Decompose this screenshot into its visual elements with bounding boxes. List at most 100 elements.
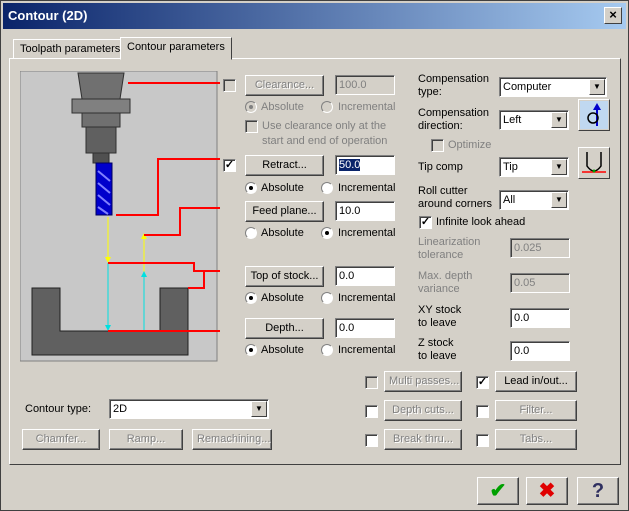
cutter-graphic <box>95 162 113 216</box>
break-thru-label: Break thru... <box>393 433 453 445</box>
comp-type-value: Computer <box>503 81 552 93</box>
feed-plane-value: 10.0 <box>339 205 361 217</box>
lin-tol-input[interactable]: 0.025 <box>510 238 570 258</box>
xy-stock-input[interactable]: 0.0 <box>510 308 570 328</box>
top-of-stock-input[interactable]: 0.0 <box>335 266 395 286</box>
clearance-incremental-label: Incremental <box>338 101 396 113</box>
use-clearance-label-line1: Use clearance only at the <box>262 120 387 132</box>
retract-incremental-radio[interactable] <box>321 182 333 194</box>
chevron-down-icon[interactable]: ▼ <box>551 159 567 175</box>
top-of-stock-value: 0.0 <box>339 270 355 282</box>
chevron-down-icon[interactable]: ▼ <box>589 79 605 95</box>
filter-button[interactable]: Filter... <box>495 400 577 421</box>
break-thru-checkbox[interactable] <box>365 434 378 447</box>
filter-checkbox[interactable] <box>476 405 489 418</box>
chevron-down-icon[interactable]: ▼ <box>551 192 567 208</box>
top-of-stock-absolute-label: Absolute <box>261 292 304 304</box>
help-icon: ? <box>591 480 605 502</box>
optimize-checkbox[interactable] <box>431 139 444 152</box>
clearance-button-label: Clearance... <box>254 79 315 91</box>
xy-stock-label-line2: to leave <box>418 317 457 329</box>
tip-comp-icon <box>582 152 606 173</box>
top-of-stock-button[interactable]: Top of stock... <box>245 266 324 287</box>
roll-cutter-label-line1: Roll cutter <box>418 185 468 197</box>
feed-plane-absolute-label: Absolute <box>261 227 304 239</box>
infinite-look-ahead-label: Infinite look ahead <box>436 216 526 228</box>
top-of-stock-absolute-radio[interactable] <box>245 292 257 304</box>
top-of-stock-incremental-radio[interactable] <box>321 292 333 304</box>
close-button[interactable]: × <box>604 7 622 24</box>
cancel-button[interactable]: ✖ <box>526 477 568 505</box>
retract-checkbox[interactable]: ✓ <box>223 159 236 172</box>
roll-cutter-value: All <box>503 194 516 206</box>
ramp-button[interactable]: Ramp... <box>109 429 183 450</box>
tab-label: Contour parameters <box>127 41 225 53</box>
help-button[interactable]: ? <box>577 477 619 505</box>
tab-toolpath-parameters[interactable]: Toolpath parameters <box>13 39 128 59</box>
feed-plane-button[interactable]: Feed plane... <box>245 201 324 222</box>
clearance-absolute-label: Absolute <box>261 101 304 113</box>
lead-in-out-checkbox[interactable]: ✓ <box>476 376 489 389</box>
lead-in-out-button[interactable]: Lead in/out... <box>495 371 577 392</box>
comp-dir-select[interactable]: Left ▼ <box>499 110 569 130</box>
depth-button[interactable]: Depth... <box>245 318 324 339</box>
feed-plane-incremental-label: Incremental <box>338 227 396 239</box>
tip-comp-icon-button[interactable] <box>578 147 610 179</box>
depth-absolute-radio[interactable] <box>245 344 257 356</box>
depth-cuts-checkbox[interactable] <box>365 405 378 418</box>
clearance-incremental-radio[interactable] <box>321 101 333 113</box>
contour-type-label: Contour type: <box>25 403 92 415</box>
feed-plane-incremental-radio[interactable] <box>321 227 333 239</box>
feed-plane-button-label: Feed plane... <box>252 205 317 217</box>
comp-direction-icon <box>580 101 608 129</box>
multi-passes-button[interactable]: Multi passes... <box>384 371 462 392</box>
comp-direction-icon-button[interactable] <box>578 99 610 131</box>
contour-type-value: 2D <box>113 403 128 415</box>
clearance-checkbox[interactable] <box>223 79 236 92</box>
comp-type-select[interactable]: Computer ▼ <box>499 77 607 97</box>
tabs-checkbox[interactable] <box>476 434 489 447</box>
z-stock-input[interactable]: 0.0 <box>510 341 570 361</box>
clearance-button[interactable]: Clearance... <box>245 75 324 96</box>
clearance-value: 100.0 <box>339 79 367 91</box>
clearance-absolute-radio[interactable] <box>245 101 257 113</box>
tabs-button[interactable]: Tabs... <box>495 429 577 450</box>
depth-incremental-radio[interactable] <box>321 344 333 356</box>
top-of-stock-incremental-label: Incremental <box>338 292 396 304</box>
multi-passes-checkbox[interactable] <box>365 376 378 389</box>
tip-comp-label: Tip comp <box>418 161 463 173</box>
comp-dir-value: Left <box>503 114 522 126</box>
lin-tol-label-line2: tolerance <box>418 249 464 261</box>
remachining-button[interactable]: Remachining... <box>192 429 272 450</box>
chamfer-button[interactable]: Chamfer... <box>22 429 100 450</box>
clearance-input[interactable]: 100.0 <box>335 75 395 95</box>
tabs-label: Tabs... <box>519 433 553 445</box>
depth-button-label: Depth... <box>265 322 304 334</box>
feed-plane-absolute-radio[interactable] <box>245 227 257 239</box>
ramp-label: Ramp... <box>126 433 166 445</box>
tip-comp-select[interactable]: Tip ▼ <box>499 157 569 177</box>
retract-button[interactable]: Retract... <box>245 155 324 176</box>
use-clearance-label-line2: start and end of operation <box>262 135 388 147</box>
roll-cutter-select[interactable]: All ▼ <box>499 190 569 210</box>
retract-absolute-radio[interactable] <box>245 182 257 194</box>
lin-tol-label-line1: Linearization <box>418 236 481 248</box>
feed-plane-input[interactable]: 10.0 <box>335 201 395 221</box>
contour-type-select[interactable]: 2D ▼ <box>109 399 269 419</box>
depth-input[interactable]: 0.0 <box>335 318 395 338</box>
depth-incremental-label: Incremental <box>338 344 396 356</box>
xy-stock-label-line1: XY stock <box>418 304 462 316</box>
ok-button[interactable]: ✔ <box>477 477 519 505</box>
max-depth-label-line1: Max. depth <box>418 270 473 282</box>
xy-stock-value: 0.0 <box>514 312 530 324</box>
chevron-down-icon[interactable]: ▼ <box>551 112 567 128</box>
tab-contour-parameters[interactable]: Contour parameters <box>120 37 232 60</box>
max-depth-input[interactable]: 0.05 <box>510 273 570 293</box>
depth-cuts-button[interactable]: Depth cuts... <box>384 400 462 421</box>
top-of-stock-button-label: Top of stock... <box>250 270 319 282</box>
chevron-down-icon[interactable]: ▼ <box>251 401 267 417</box>
use-clearance-checkbox[interactable] <box>245 120 258 133</box>
retract-input[interactable]: 50.0 <box>335 155 395 175</box>
break-thru-button[interactable]: Break thru... <box>384 429 462 450</box>
infinite-look-ahead-checkbox[interactable]: ✓ <box>419 216 432 229</box>
